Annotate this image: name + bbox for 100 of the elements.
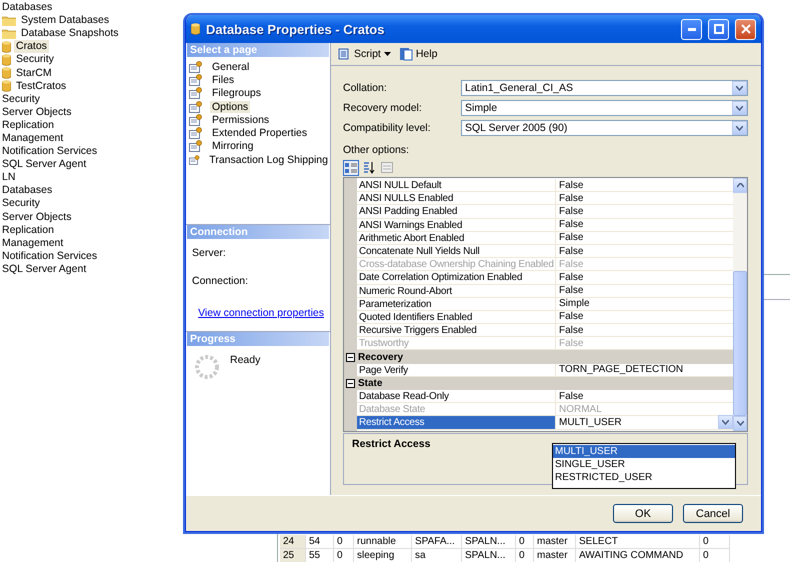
- dialog-button[interactable]: OK: [613, 504, 673, 523]
- collapse-icon[interactable]: [346, 378, 355, 388]
- property-value[interactable]: False: [556, 310, 733, 324]
- dropdown-field[interactable]: Latin1_General_CI_AS: [461, 80, 748, 96]
- property-value[interactable]: False: [556, 284, 733, 298]
- dropdown-field[interactable]: Simple: [461, 100, 748, 116]
- tree-item[interactable]: StarCM: [14, 66, 54, 80]
- property-name[interactable]: Quoted Identifiers Enabled: [357, 310, 556, 324]
- status-text: Ready: [230, 354, 260, 368]
- page-item[interactable]: Transaction Log Shipping: [207, 154, 330, 166]
- tree-item[interactable]: Replication: [0, 224, 56, 237]
- minimize-icon: [688, 28, 696, 30]
- dropdown-option[interactable]: SINGLE_USER: [553, 458, 735, 471]
- field-label: Compatibility level:: [343, 122, 432, 134]
- dropdown-option[interactable]: MULTI_USER: [553, 445, 735, 458]
- sort-button[interactable]: [361, 160, 377, 176]
- tree-item[interactable]: Security: [0, 197, 42, 210]
- property-name[interactable]: Database Read-Only: [357, 390, 556, 404]
- property-value[interactable]: False: [556, 244, 733, 258]
- property-value[interactable]: False: [556, 324, 733, 338]
- tree-item[interactable]: Databases: [0, 1, 54, 14]
- table-cell: SPALN...: [462, 535, 516, 549]
- connection-properties-link[interactable]: View connection properties: [198, 306, 324, 318]
- page-icon: [189, 114, 203, 126]
- tree-item[interactable]: LN: [0, 171, 18, 184]
- table-cell: AWAITING COMMAND: [576, 549, 700, 562]
- tree-item[interactable]: SQL Server Agent: [0, 262, 88, 276]
- page-item[interactable]: Mirroring: [210, 140, 256, 152]
- table-cell: runnable: [354, 535, 412, 549]
- help-button[interactable]: Help: [396, 46, 440, 62]
- page-icon: [189, 100, 203, 113]
- page-icon: [189, 127, 203, 140]
- scroll-thumb[interactable]: [733, 271, 747, 416]
- property-name[interactable]: ANSI NULL Default: [357, 179, 556, 192]
- caret-icon: [384, 52, 391, 56]
- maximize-button[interactable]: [708, 18, 729, 40]
- property-value[interactable]: False: [556, 218, 733, 232]
- tree-item[interactable]: Security: [14, 53, 56, 66]
- tree-item[interactable]: Management: [0, 236, 66, 250]
- dropdown-option[interactable]: RESTRICTED_USER: [553, 471, 735, 484]
- property-name[interactable]: Recursive Triggers Enabled: [357, 324, 556, 338]
- property-name[interactable]: ANSI Warnings Enabled: [357, 218, 556, 232]
- property-name[interactable]: Arithmetic Abort Enabled: [357, 232, 556, 245]
- tree-item[interactable]: Cratos: [14, 40, 49, 54]
- tree-item[interactable]: Notification Services: [0, 145, 100, 158]
- page-icon: [189, 87, 203, 100]
- page-item[interactable]: Options: [210, 100, 250, 113]
- folder-icon: [2, 28, 16, 40]
- tree-item[interactable]: Management: [0, 132, 66, 145]
- property-value[interactable]: Simple: [556, 298, 733, 311]
- tree-item[interactable]: TestCratos: [14, 80, 68, 93]
- property-value[interactable]: False: [556, 179, 733, 192]
- property-value[interactable]: False: [556, 232, 733, 245]
- tree-item[interactable]: Notification Services: [0, 250, 100, 263]
- page-item[interactable]: Permissions: [210, 114, 272, 126]
- row-header: 25: [280, 549, 306, 562]
- folder-icon: [2, 15, 16, 26]
- property-value[interactable]: False: [556, 390, 733, 404]
- categorized-button[interactable]: [343, 160, 359, 176]
- tree-item[interactable]: Server Objects: [0, 106, 74, 119]
- property-name[interactable]: Date Correlation Optimization Enabled: [357, 271, 556, 284]
- scroll-up-button[interactable]: [733, 178, 747, 193]
- property-name[interactable]: ANSI Padding Enabled: [357, 205, 556, 219]
- tree-item[interactable]: System Databases: [19, 14, 112, 28]
- minimize-button[interactable]: [681, 18, 702, 40]
- table-cell: SELECT: [576, 535, 700, 549]
- property-value[interactable]: False: [556, 192, 733, 206]
- section-header: Connection: [187, 224, 329, 238]
- page-item[interactable]: Files: [210, 74, 236, 86]
- tree-item[interactable]: Security: [0, 92, 42, 106]
- property-name[interactable]: Numeric Round-Abort: [357, 284, 556, 298]
- property-name[interactable]: Parameterization: [357, 298, 556, 311]
- property-value[interactable]: False: [556, 271, 733, 284]
- property-name[interactable]: ANSI NULLS Enabled: [357, 192, 556, 206]
- script-button[interactable]: Script: [335, 46, 393, 62]
- property-value[interactable]: False: [556, 205, 733, 219]
- scroll-down-button[interactable]: [733, 416, 747, 431]
- collapse-icon[interactable]: [346, 352, 355, 362]
- connection-label: Connection:: [192, 274, 250, 286]
- page-item[interactable]: General: [210, 60, 252, 73]
- tree-item[interactable]: Databases: [0, 184, 54, 198]
- property-name[interactable]: Concatenate Null Yields Null: [357, 244, 556, 258]
- server-label: Server:: [192, 246, 227, 258]
- section-label: Other options:: [343, 144, 410, 158]
- tree-item[interactable]: Server Objects: [0, 210, 74, 224]
- database-icon: [2, 80, 11, 92]
- property-value[interactable]: MULTI_USER: [556, 416, 733, 430]
- field-label: Recovery model:: [343, 102, 423, 114]
- page-item[interactable]: Filegroups: [210, 87, 264, 100]
- tree-item[interactable]: Database Snapshots: [19, 27, 120, 40]
- tree-item[interactable]: Replication: [0, 118, 56, 132]
- dialog-button[interactable]: Cancel: [683, 504, 743, 523]
- close-button[interactable]: [735, 18, 756, 40]
- tree-item[interactable]: SQL Server Agent: [0, 158, 88, 172]
- scrollbar[interactable]: [733, 178, 747, 431]
- sort-icon: [363, 161, 375, 174]
- category-label: State: [358, 378, 382, 389]
- property-name[interactable]: Restrict Access: [357, 416, 556, 430]
- dropdown-field[interactable]: SQL Server 2005 (90): [461, 120, 748, 136]
- page-item[interactable]: Extended Properties: [210, 127, 310, 140]
